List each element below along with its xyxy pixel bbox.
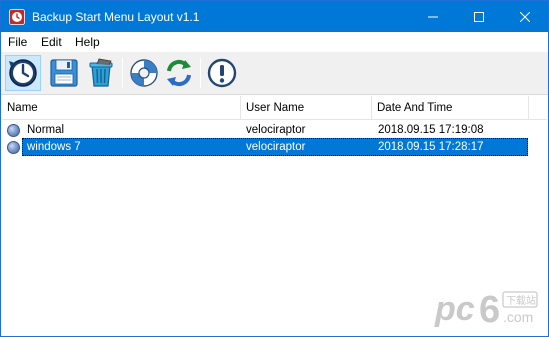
row-datetime: 2018.09.15 17:19:08 xyxy=(378,124,484,136)
row-user: velociraptor xyxy=(246,141,306,153)
menu-help[interactable]: Help xyxy=(75,34,100,50)
window-title: Backup Start Menu Layout v1.1 xyxy=(32,10,200,24)
column-header-date[interactable]: Date And Time xyxy=(372,96,529,120)
column-header-user[interactable]: User Name xyxy=(241,96,372,120)
refresh-icon xyxy=(167,59,191,87)
row-name: Normal xyxy=(27,124,65,136)
menu-file[interactable]: File xyxy=(8,34,27,50)
list-row-selected[interactable]: windows 7 velociraptor 2018.09.15 17:28:… xyxy=(2,138,547,156)
toolbar-separator xyxy=(122,58,123,88)
row-user: velociraptor xyxy=(246,124,306,136)
close-icon xyxy=(520,11,530,22)
layout-item-icon xyxy=(7,141,20,154)
exclamation-icon xyxy=(207,58,237,88)
title-bar[interactable]: Backup Start Menu Layout v1.1 xyxy=(1,1,548,32)
maximize-button[interactable] xyxy=(456,1,502,32)
toolbar-separator xyxy=(200,58,201,88)
row-name: windows 7 xyxy=(27,141,81,153)
minimize-icon xyxy=(428,16,438,17)
layout-item-icon xyxy=(7,124,20,137)
svg-text:6: 6 xyxy=(479,289,500,331)
save-floppy-icon xyxy=(50,59,78,87)
pc6-watermark-logo: pc 6 下载站 .com xyxy=(433,284,541,332)
save-button[interactable] xyxy=(46,55,82,91)
lifebuoy-icon xyxy=(130,59,158,87)
close-button[interactable] xyxy=(502,1,548,32)
row-datetime: 2018.09.15 17:28:17 xyxy=(378,141,484,153)
delete-button[interactable] xyxy=(83,55,119,91)
help-lifebuoy-button[interactable] xyxy=(126,55,162,91)
minimize-button[interactable] xyxy=(410,1,456,32)
svg-text:pc: pc xyxy=(434,290,475,328)
list-header: Name User Name Date And Time xyxy=(2,96,547,120)
menu-edit[interactable]: Edit xyxy=(41,34,62,50)
maximize-icon xyxy=(474,11,484,22)
app-window: Backup Start Menu Layout v1.1 File Edit … xyxy=(0,0,549,337)
list-row[interactable]: Normal velociraptor 2018.09.15 17:19:08 xyxy=(2,121,547,139)
about-button[interactable] xyxy=(204,55,240,91)
recycle-bin-icon xyxy=(89,58,113,87)
column-header-name[interactable]: Name xyxy=(2,96,241,120)
menu-bar: File Edit Help xyxy=(1,32,548,52)
svg-text:下载站: 下载站 xyxy=(506,294,536,307)
toolbar xyxy=(1,52,548,95)
backup-clock-icon xyxy=(9,59,37,87)
app-icon xyxy=(9,9,25,25)
refresh-button[interactable] xyxy=(161,55,197,91)
backup-button[interactable] xyxy=(5,55,41,91)
svg-text:.com: .com xyxy=(503,309,533,325)
